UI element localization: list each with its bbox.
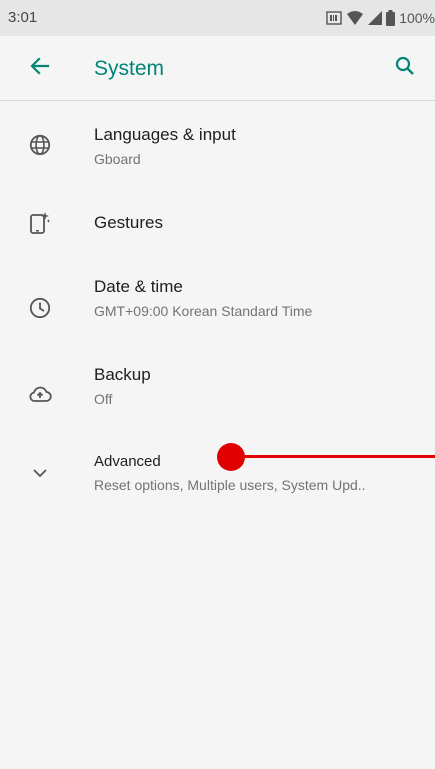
list-item-languages[interactable]: Languages & input Gboard xyxy=(0,101,435,189)
search-button[interactable] xyxy=(389,52,421,84)
item-subtitle-date-time: GMT+09:00 Korean Standard Time xyxy=(94,303,313,319)
globe-icon xyxy=(28,133,52,157)
cloud-backup-icon xyxy=(28,382,52,406)
list-item-gestures[interactable]: Gestures xyxy=(0,189,435,265)
scan-icon xyxy=(326,10,342,26)
status-bar: 3:01 100% xyxy=(0,0,435,36)
app-bar: System xyxy=(0,36,435,101)
status-icons: 100% xyxy=(326,8,435,28)
item-title-advanced: Advanced xyxy=(94,453,161,470)
page-title: System xyxy=(94,57,165,80)
item-subtitle-backup: Off xyxy=(94,391,113,407)
signal-icon xyxy=(368,11,383,25)
item-title-backup: Backup xyxy=(94,365,151,384)
wifi-icon xyxy=(346,10,364,26)
list-item-date-time[interactable]: Date & time GMT+09:00 Korean Standard Ti… xyxy=(0,265,435,353)
arrow-back-icon xyxy=(30,56,50,81)
clock-icon xyxy=(28,296,52,320)
chevron-down-icon xyxy=(28,461,52,485)
item-subtitle-languages: Gboard xyxy=(94,151,141,167)
battery-percent: 100% xyxy=(399,10,435,26)
gestures-icon xyxy=(28,211,52,235)
item-title-languages: Languages & input xyxy=(94,125,236,144)
marker-line xyxy=(238,455,435,458)
status-time: 3:01 xyxy=(8,9,38,26)
back-button[interactable] xyxy=(24,52,56,84)
item-subtitle-advanced: Reset options, Multiple users, System Up… xyxy=(94,477,366,493)
marker-dot xyxy=(217,443,245,471)
list-item-backup[interactable]: Backup Off xyxy=(0,353,435,441)
search-icon xyxy=(395,56,415,81)
item-title-gestures: Gestures xyxy=(94,213,163,232)
item-title-date-time: Date & time xyxy=(94,277,183,296)
battery-icon xyxy=(386,10,396,26)
